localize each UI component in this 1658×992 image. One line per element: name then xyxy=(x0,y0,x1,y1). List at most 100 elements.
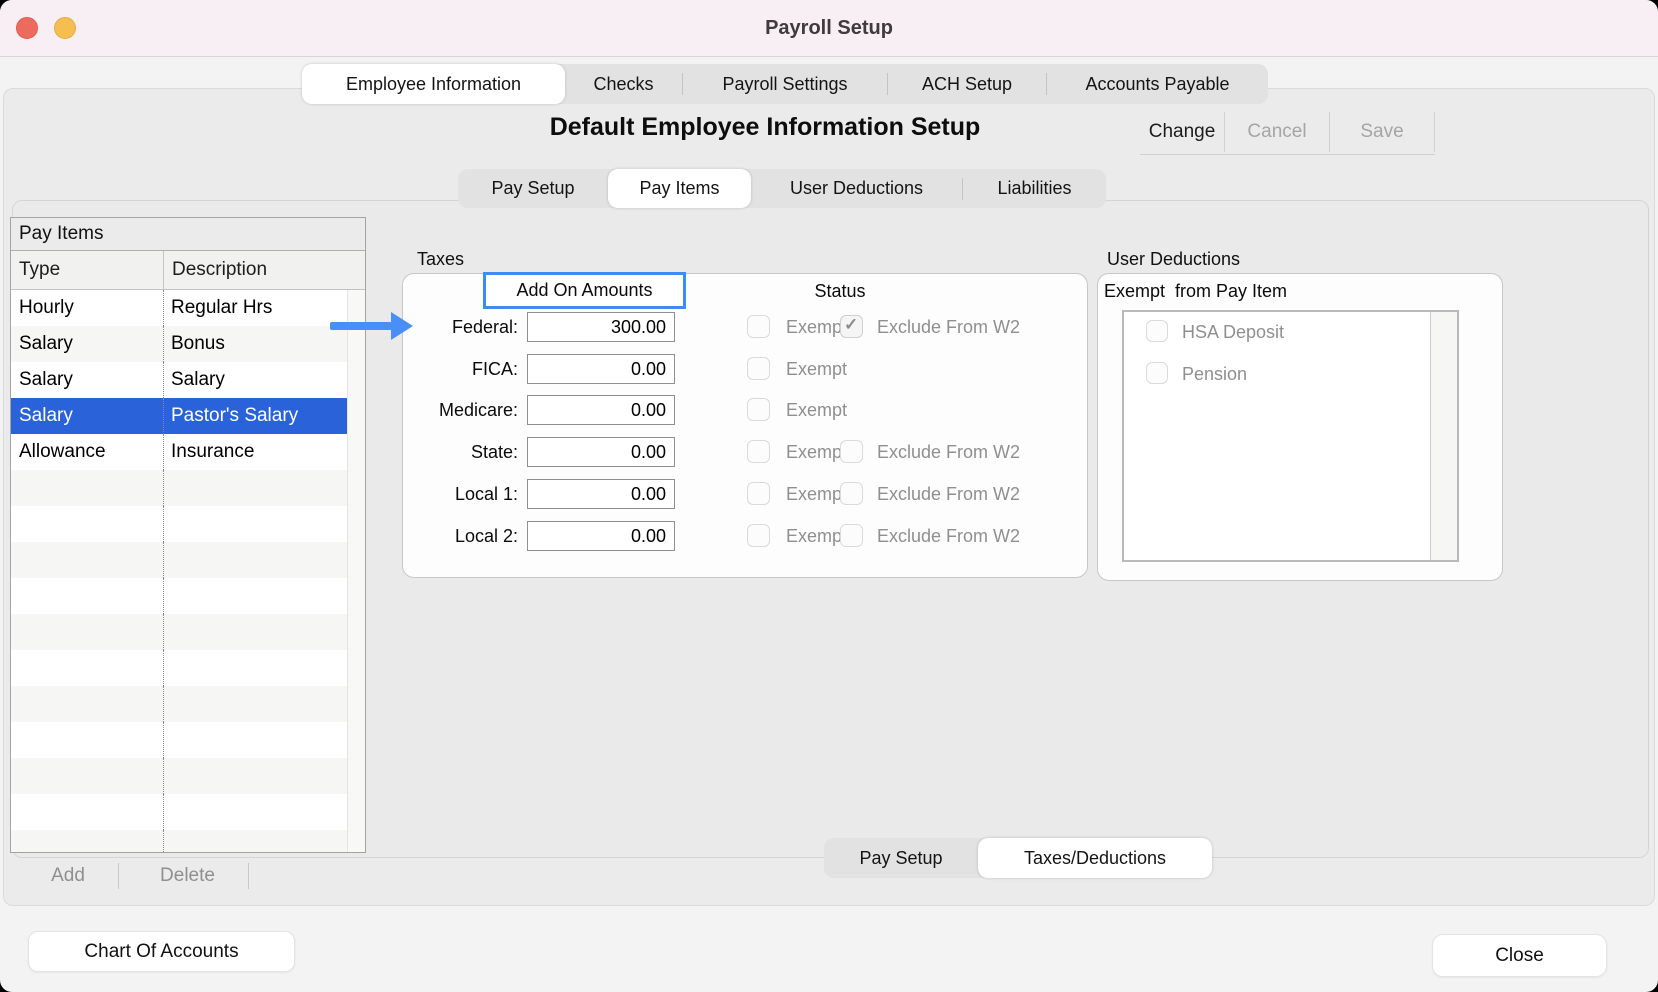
state-exclude-w2-checkbox[interactable] xyxy=(840,440,863,463)
local1-exclude-w2-checkbox[interactable] xyxy=(840,482,863,505)
tab-payroll-settings[interactable]: Payroll Settings xyxy=(683,64,887,104)
cell-type: Allowance xyxy=(11,434,163,470)
fica-label: FICA: xyxy=(402,359,518,380)
subtab-pay-setup[interactable]: Pay Setup xyxy=(458,169,608,208)
table-row[interactable]: Salary Salary xyxy=(11,362,348,398)
table-row-selected[interactable]: Salary Pastor's Salary xyxy=(11,398,348,434)
exempt-from-pay-item-label: Exempt from Pay Item xyxy=(1104,281,1287,302)
local1-exempt-checkbox[interactable] xyxy=(747,482,770,505)
annotation-arrow-icon xyxy=(330,322,392,330)
local2-label: Local 2: xyxy=(402,526,518,547)
chart-of-accounts-button[interactable]: Chart Of Accounts xyxy=(28,931,295,972)
table-row[interactable]: Hourly Regular Hrs xyxy=(11,290,348,326)
cell-description: Salary xyxy=(163,362,348,398)
close-button[interactable]: Close xyxy=(1432,934,1607,977)
fica-amount-input[interactable] xyxy=(527,354,675,384)
user-deductions-list: HSA Deposit Pension xyxy=(1122,310,1459,562)
cell-description: Bonus xyxy=(163,326,348,362)
taxes-deductions-tab-bar: Pay Setup Taxes/Deductions xyxy=(824,838,1212,878)
table-row-empty xyxy=(11,542,348,578)
list-scrollbar[interactable] xyxy=(1430,312,1457,560)
main-tab-bar: Employee Information Checks Payroll Sett… xyxy=(302,64,1268,104)
state-exempt-checkbox[interactable] xyxy=(747,440,770,463)
table-row-empty xyxy=(11,758,348,794)
table-row-empty xyxy=(11,506,348,542)
federal-exclude-w2-checkbox[interactable] xyxy=(840,315,863,338)
local2-exempt-checkbox[interactable] xyxy=(747,524,770,547)
local2-exclude-w2-label: Exclude From W2 xyxy=(877,526,1020,547)
pay-items-table: Pay Items Type Description Hourly Regula… xyxy=(10,217,366,853)
federal-exclude-w2-label: Exclude From W2 xyxy=(877,317,1020,338)
local2-amount-input[interactable] xyxy=(527,521,675,551)
button-divider xyxy=(118,863,119,889)
header-action-buttons: Change Cancel Save xyxy=(1140,112,1435,155)
cell-description: Insurance xyxy=(163,434,348,470)
pay-items-table-title: Pay Items xyxy=(11,218,365,251)
column-header-type[interactable]: Type xyxy=(11,251,163,289)
fica-exempt-checkbox[interactable] xyxy=(747,357,770,380)
tab-checks[interactable]: Checks xyxy=(565,64,682,104)
medicare-label: Medicare: xyxy=(402,400,518,421)
state-amount-input[interactable] xyxy=(527,437,675,467)
titlebar: Payroll Setup xyxy=(0,0,1658,57)
change-button[interactable]: Change xyxy=(1140,112,1225,152)
window-title: Payroll Setup xyxy=(0,0,1658,56)
subtab-liabilities[interactable]: Liabilities xyxy=(963,169,1106,208)
medicare-exempt-label: Exempt xyxy=(786,400,847,421)
table-row-empty xyxy=(11,830,348,853)
state-exempt-label: Exempt xyxy=(786,442,847,463)
cell-type: Hourly xyxy=(11,290,163,326)
medicare-exempt-checkbox[interactable] xyxy=(747,398,770,421)
add-button[interactable]: Add xyxy=(20,861,116,891)
pension-checkbox[interactable] xyxy=(1146,362,1168,384)
subtab-user-deductions[interactable]: User Deductions xyxy=(751,169,962,208)
button-divider xyxy=(248,863,249,889)
table-row[interactable]: Allowance Insurance xyxy=(11,434,348,470)
hsa-deposit-checkbox[interactable] xyxy=(1146,320,1168,342)
local1-exempt-label: Exempt xyxy=(786,484,847,505)
federal-amount-input[interactable] xyxy=(527,312,675,342)
subtab-pay-items[interactable]: Pay Items xyxy=(608,169,751,208)
save-button[interactable]: Save xyxy=(1330,112,1435,152)
cell-type: Salary xyxy=(11,362,163,398)
local2-exempt-label: Exempt xyxy=(786,526,847,547)
local1-label: Local 1: xyxy=(402,484,518,505)
table-row-empty xyxy=(11,686,348,722)
cell-type: Salary xyxy=(11,326,163,362)
bottom-tab-pay-setup[interactable]: Pay Setup xyxy=(824,838,978,878)
table-scrollbar[interactable] xyxy=(347,290,365,853)
federal-exempt-checkbox[interactable] xyxy=(747,315,770,338)
bottom-tab-taxes-deductions[interactable]: Taxes/Deductions xyxy=(978,838,1212,878)
table-row-empty xyxy=(11,794,348,830)
state-exclude-w2-label: Exclude From W2 xyxy=(877,442,1020,463)
hsa-deposit-label: HSA Deposit xyxy=(1182,322,1284,343)
add-on-amounts-header: Add On Amounts xyxy=(483,272,686,309)
local2-exclude-w2-checkbox[interactable] xyxy=(840,524,863,547)
local1-amount-input[interactable] xyxy=(527,479,675,509)
cell-description: Regular Hrs xyxy=(163,290,348,326)
column-header-description[interactable]: Description xyxy=(163,251,365,289)
employee-info-sub-tabs: Pay Setup Pay Items User Deductions Liab… xyxy=(458,169,1106,208)
cancel-button[interactable]: Cancel xyxy=(1225,112,1330,152)
cell-description: Pastor's Salary xyxy=(163,398,348,434)
tab-ach-setup[interactable]: ACH Setup xyxy=(888,64,1046,104)
delete-button[interactable]: Delete xyxy=(130,861,245,891)
table-row[interactable]: Salary Bonus xyxy=(11,326,348,362)
tab-employee-information[interactable]: Employee Information xyxy=(302,64,565,104)
federal-label: Federal: xyxy=(402,317,518,338)
medicare-amount-input[interactable] xyxy=(527,395,675,425)
status-header: Status xyxy=(760,281,920,302)
state-label: State: xyxy=(402,442,518,463)
federal-exempt-label: Exempt xyxy=(786,317,847,338)
local1-exclude-w2-label: Exclude From W2 xyxy=(877,484,1020,505)
table-row-empty xyxy=(11,578,348,614)
table-row-empty xyxy=(11,470,348,506)
tab-accounts-payable[interactable]: Accounts Payable xyxy=(1047,64,1268,104)
table-row-empty xyxy=(11,614,348,650)
pension-label: Pension xyxy=(1182,364,1247,385)
pay-items-rows: Hourly Regular Hrs Salary Bonus Salary S… xyxy=(11,290,365,853)
table-row-empty xyxy=(11,650,348,686)
user-deductions-section-label: User Deductions xyxy=(1107,249,1240,270)
taxes-section-label: Taxes xyxy=(417,249,464,270)
pay-items-column-headers: Type Description xyxy=(11,251,365,290)
